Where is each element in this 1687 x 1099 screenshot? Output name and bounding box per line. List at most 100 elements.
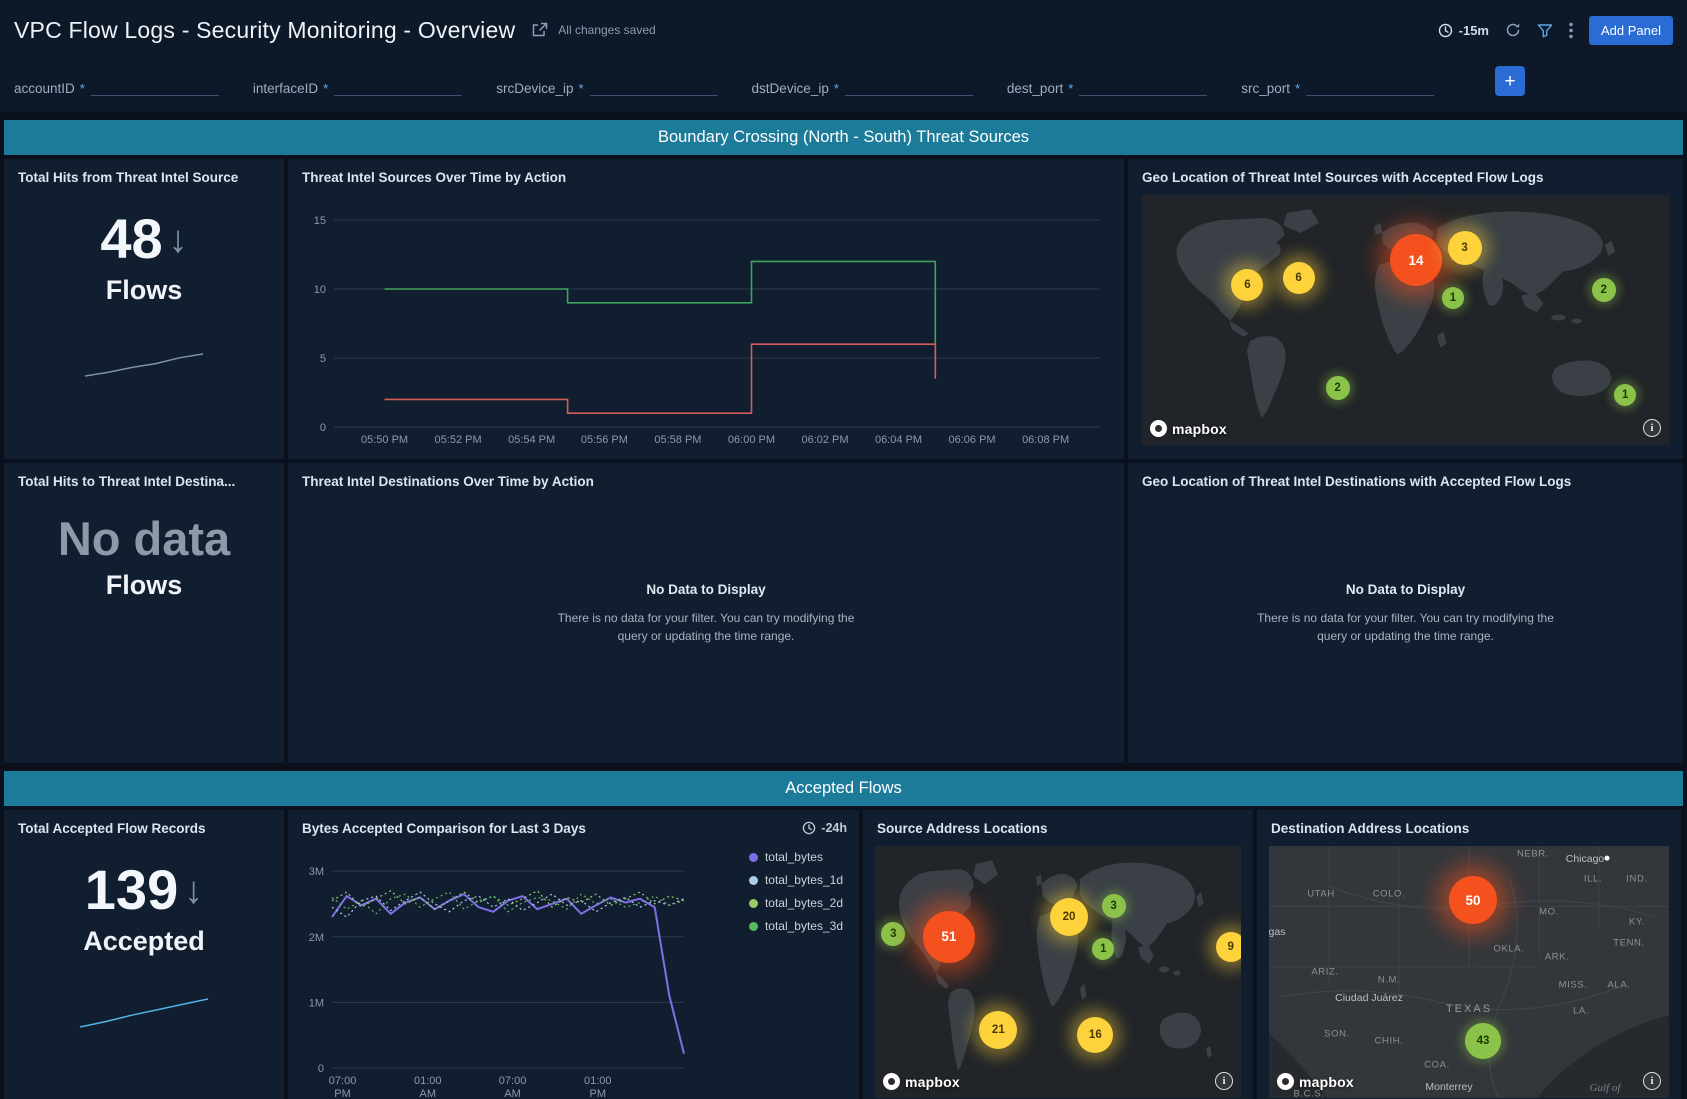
map-bubble[interactable]: 16 xyxy=(1077,1017,1113,1053)
map-bubble[interactable]: 2 xyxy=(1592,278,1616,302)
svg-text:01:00PM: 01:00PM xyxy=(584,1075,612,1099)
legend-label: total_bytes_3d xyxy=(765,919,843,933)
save-status: All changes saved xyxy=(558,23,655,37)
filter-input[interactable] xyxy=(91,80,219,96)
line-chart: 05101505:50 PM05:52 PM05:54 PM05:56 PM05… xyxy=(296,197,1116,453)
filter-input[interactable] xyxy=(590,80,718,96)
filter-interfaceid[interactable]: interfaceID* xyxy=(253,80,462,96)
no-data-message: No Data to Display There is no data for … xyxy=(288,463,1124,763)
map-bubble[interactable]: 3 xyxy=(1102,894,1126,918)
legend-item[interactable]: total_bytes_1d xyxy=(749,873,843,887)
no-data-text: There is no data for your filter. You ca… xyxy=(1257,609,1554,627)
required-asterisk: * xyxy=(1068,81,1073,96)
svg-text:10: 10 xyxy=(314,284,326,296)
panel-title: Total Hits from Threat Intel Source xyxy=(4,159,284,185)
map-bubble[interactable]: 3 xyxy=(881,922,905,946)
svg-text:05:56 PM: 05:56 PM xyxy=(581,434,628,446)
chart-area: 01M2M3M07:00PM01:00AM07:00AM01:00PM xyxy=(296,848,694,1099)
filter-input[interactable] xyxy=(1079,80,1207,96)
mapbox-wordmark: mapbox xyxy=(1172,421,1227,437)
legend-label: total_bytes xyxy=(765,850,823,864)
map-bubble[interactable]: 6 xyxy=(1283,262,1315,294)
filter-input[interactable] xyxy=(845,80,973,96)
map-bubble[interactable]: 21 xyxy=(979,1011,1017,1049)
no-data-title: No Data to Display xyxy=(646,582,765,597)
stat-block: No data Flows xyxy=(4,489,284,601)
map-bubble[interactable]: 14 xyxy=(1390,234,1442,286)
mapbox-attribution[interactable]: mapbox xyxy=(883,1073,960,1090)
map-bubble[interactable]: 6 xyxy=(1231,269,1263,301)
filter-label: accountID xyxy=(14,81,75,96)
stat-value: No data xyxy=(58,515,230,562)
svg-text:06:08 PM: 06:08 PM xyxy=(1022,434,1069,446)
info-icon[interactable]: i xyxy=(1643,1072,1661,1090)
legend-item[interactable]: total_bytes_3d xyxy=(749,919,843,933)
kebab-menu-icon[interactable] xyxy=(1569,22,1573,39)
share-icon[interactable] xyxy=(531,22,548,38)
panel-time-range[interactable]: -24h xyxy=(802,821,847,835)
filter-accountid[interactable]: accountID* xyxy=(14,80,219,96)
refresh-icon[interactable] xyxy=(1505,22,1521,38)
mapbox-logo-icon xyxy=(883,1073,900,1090)
map-bubble[interactable]: 2 xyxy=(1326,376,1350,400)
section-title: Accepted Flows xyxy=(785,779,901,798)
panel-title: Total Hits to Threat Intel Destina... xyxy=(4,463,284,489)
filter-src-port[interactable]: src_port* xyxy=(1241,80,1434,96)
panel-geo-threat-destinations: Geo Location of Threat Intel Destination… xyxy=(1128,463,1683,763)
time-range-control[interactable]: -15m xyxy=(1438,23,1489,38)
filter-label: src_port xyxy=(1241,81,1290,96)
sparkline xyxy=(78,997,210,1029)
info-icon[interactable]: i xyxy=(1215,1072,1233,1090)
legend-item[interactable]: total_bytes xyxy=(749,850,843,864)
svg-text:05:58 PM: 05:58 PM xyxy=(654,434,701,446)
filter-label: srcDevice_ip xyxy=(496,81,573,96)
add-panel-button[interactable]: Add Panel xyxy=(1589,16,1673,45)
us-map[interactable]: mapbox i 5043NEBR.ChicagoILL.IND.UTAHCOL… xyxy=(1269,846,1669,1098)
svg-text:06:06 PM: 06:06 PM xyxy=(949,434,996,446)
map-bubble[interactable]: 20 xyxy=(1050,898,1088,936)
map-bubble[interactable]: 51 xyxy=(923,911,975,963)
row-accepted-flows: Total Accepted Flow Records 139 ↓ Accept… xyxy=(4,810,1683,1099)
map-bubble[interactable]: 9 xyxy=(1216,932,1241,962)
panel-title: Threat Intel Sources Over Time by Action xyxy=(288,159,1124,185)
filter-dest-port[interactable]: dest_port* xyxy=(1007,80,1207,96)
world-map[interactable]: mapbox i 3 51 20 3 1 9 21 16 xyxy=(875,846,1241,1098)
map-bubble[interactable]: 1 xyxy=(1614,384,1636,406)
chart-legend: total_bytes total_bytes_1d total_bytes_2… xyxy=(749,850,843,933)
panel-total-accepted: Total Accepted Flow Records 139 ↓ Accept… xyxy=(4,810,284,1099)
no-data-title: No Data to Display xyxy=(1346,582,1465,597)
map-bubble[interactable]: 1 xyxy=(1442,287,1464,309)
filter-dstdevice-ip[interactable]: dstDevice_ip* xyxy=(752,80,973,96)
stat-unit: Flows xyxy=(106,275,183,306)
panel-source-locations: Source Address Locations xyxy=(863,810,1253,1099)
filter-srcdevice-ip[interactable]: srcDevice_ip* xyxy=(496,80,717,96)
legend-item[interactable]: total_bytes_2d xyxy=(749,896,843,910)
mapbox-attribution[interactable]: mapbox xyxy=(1277,1073,1354,1090)
map-bubble[interactable]: 3 xyxy=(1448,231,1482,265)
map-bubble[interactable]: 50 xyxy=(1449,876,1497,924)
no-data-text: There is no data for your filter. You ca… xyxy=(558,609,855,627)
filter-input[interactable] xyxy=(334,80,462,96)
mapbox-logo-icon xyxy=(1277,1073,1294,1090)
svg-text:07:00AM: 07:00AM xyxy=(499,1075,527,1099)
legend-swatch xyxy=(749,922,758,931)
svg-text:0: 0 xyxy=(320,422,326,434)
map-bubble[interactable]: 43 xyxy=(1465,1023,1501,1059)
panel-destinations-over-time: Threat Intel Destinations Over Time by A… xyxy=(288,463,1124,763)
panel-title: Source Address Locations xyxy=(863,810,1253,836)
legend-swatch xyxy=(749,899,758,908)
map-bubble[interactable]: 1 xyxy=(1092,938,1114,960)
add-filter-button[interactable]: + xyxy=(1495,66,1525,96)
panel-total-hits-source: Total Hits from Threat Intel Source 48 ↓… xyxy=(4,159,284,459)
panel-title: Destination Address Locations xyxy=(1257,810,1681,836)
info-icon[interactable]: i xyxy=(1643,419,1661,437)
mapbox-attribution[interactable]: mapbox xyxy=(1150,420,1227,437)
clock-icon xyxy=(1438,23,1453,38)
svg-text:06:04 PM: 06:04 PM xyxy=(875,434,922,446)
stat-block: 139 ↓ Accepted xyxy=(4,836,284,1029)
world-map[interactable]: mapbox i 66 143 1 2 2 1 xyxy=(1142,195,1669,445)
panel-title: Geo Location of Threat Intel Sources wit… xyxy=(1128,159,1683,185)
filter-input[interactable] xyxy=(1306,80,1434,96)
panel-title: Total Accepted Flow Records xyxy=(4,810,284,836)
filter-icon[interactable] xyxy=(1537,23,1553,38)
